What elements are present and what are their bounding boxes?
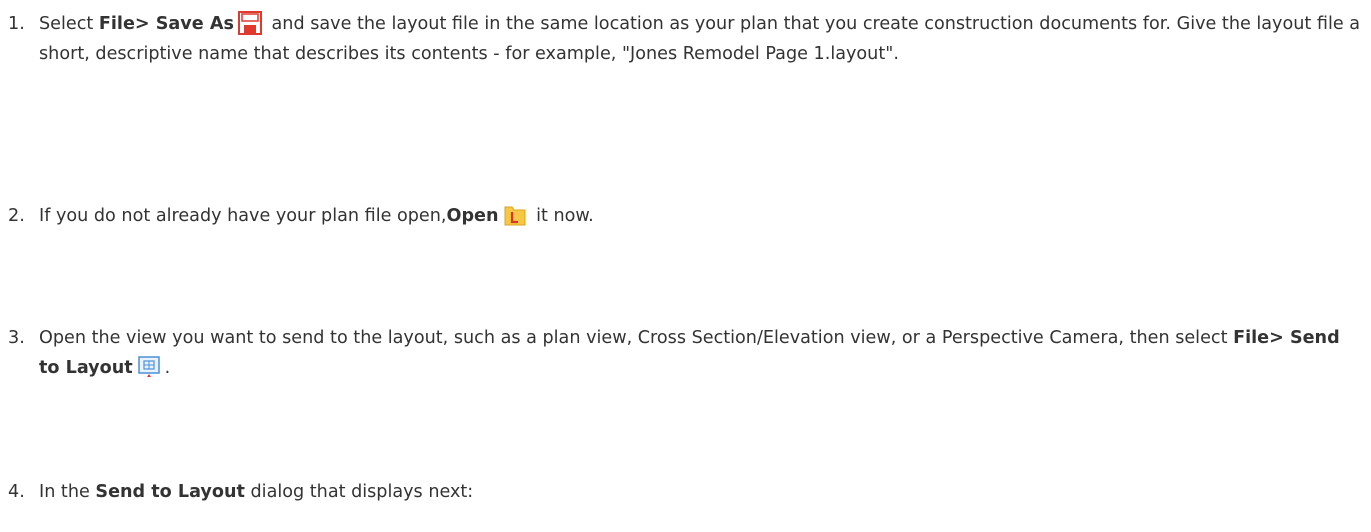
step-number: 3. xyxy=(8,328,25,348)
step-text: Select File> Save As and save the layout… xyxy=(39,9,1363,69)
step-text-post: . xyxy=(164,358,171,378)
menu-path: Open xyxy=(446,206,499,226)
step-text: Open the view you want to send to the la… xyxy=(39,323,1363,383)
step-number: 2. xyxy=(8,206,25,226)
step-text-post: it now. xyxy=(530,206,594,226)
step-text-pre: Select xyxy=(39,14,99,34)
step-number: 1. xyxy=(8,14,25,34)
step-text-pre: If you do not already have your plan fil… xyxy=(39,206,447,226)
step-text: If you do not already have your plan fil… xyxy=(39,201,1363,231)
menu-path: File> Save As xyxy=(98,14,234,34)
open-file-icon xyxy=(503,203,527,227)
step-text-pre: In the xyxy=(39,482,96,502)
step-text: In the Send to Layout dialog that displa… xyxy=(39,477,1363,507)
save-as-icon xyxy=(237,11,262,35)
dialog-name: Send to Layout xyxy=(95,482,245,502)
step-text-post: dialog that displays next: xyxy=(244,482,474,502)
send-to-layout-icon xyxy=(137,355,161,379)
step-text-pre: Open the view you want to send to the la… xyxy=(39,328,1234,348)
step-number: 4. xyxy=(8,482,25,502)
